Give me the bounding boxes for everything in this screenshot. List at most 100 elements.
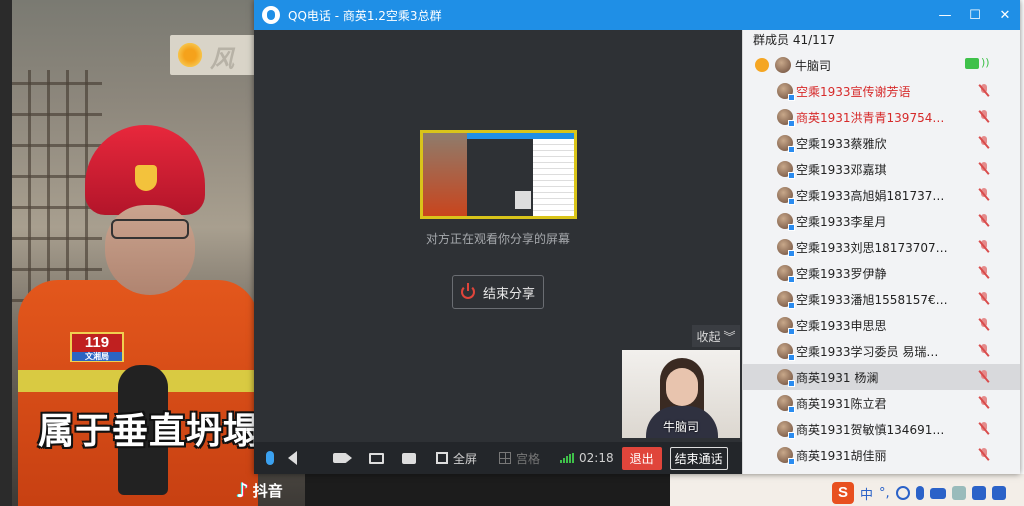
member-row[interactable]: 空乘1933学习委员 易瑞… (743, 338, 1020, 364)
emoji-icon[interactable] (895, 486, 910, 500)
shirt-icon[interactable] (971, 486, 986, 500)
toolbox-icon[interactable] (991, 486, 1006, 500)
skin-icon[interactable] (951, 486, 966, 500)
avatar (777, 395, 795, 413)
close-icon: ✕ (999, 7, 1011, 23)
ime-toolbar: S 中 °, (832, 482, 1006, 504)
shared-screen-preview (420, 130, 577, 219)
minimize-icon: — (938, 7, 952, 23)
qq-call-window: QQ电话 - 商英1.2空乘3总群 — ☐ ✕ 对方正在观看你分享的屏幕 结束分… (254, 0, 1020, 474)
video-subtitle: 属于垂直坍塌 (38, 411, 261, 452)
muted-mic-icon (978, 344, 990, 357)
member-name: 商英1931贺敏慎134691… (796, 422, 945, 437)
camera-button[interactable] (333, 442, 352, 474)
avatar (777, 161, 795, 179)
member-row[interactable]: 商英1931贺敏慎134691… (743, 416, 1020, 442)
member-name: 空乘1933邓嘉琪 (796, 162, 887, 177)
fullscreen-label: 全屏 (453, 451, 478, 466)
avatar (775, 57, 791, 73)
share-status-text: 对方正在观看你分享的屏幕 (425, 232, 570, 246)
muted-mic-icon (978, 110, 990, 123)
screen-share-icon (369, 452, 384, 464)
left-edge-strip (0, 0, 12, 506)
avatar (777, 369, 795, 387)
member-row[interactable]: 空乘1933罗伊静 (743, 260, 1020, 286)
member-row[interactable]: 空乘1933潘旭1558157€… (743, 286, 1020, 312)
ime-language[interactable]: 中 (860, 484, 873, 503)
member-row[interactable]: 商英1931胡佳丽 (743, 442, 1020, 468)
member-name: 空乘1933申思思 (796, 318, 887, 333)
projector-icon (402, 452, 416, 464)
end-share-button[interactable]: 结束分享 (452, 275, 544, 309)
avatar (777, 447, 795, 465)
fullscreen-icon (436, 452, 448, 464)
call-toolbar: 全屏 宫格 02:18 退出 结束通话 (254, 442, 742, 474)
grid-icon (499, 452, 512, 464)
end-call-button[interactable]: 结束通话 (669, 446, 728, 470)
sogou-logo-icon[interactable]: S (832, 482, 854, 504)
member-name: 商英1931 杨澜 (796, 370, 879, 385)
avatar (777, 421, 795, 439)
member-row[interactable]: 商英1931洪青青139754… (743, 104, 1020, 130)
member-row[interactable]: 空乘1933蔡雅欣 (743, 130, 1020, 156)
avatar (777, 239, 795, 257)
screen: 风 119 文湘局 属于垂直坍塌 ♪ 抖音 QQ电话 - 商英1.2空乘3总群 … (0, 0, 1024, 506)
muted-mic-icon (978, 422, 990, 435)
member-name: 空乘1933李星月 (796, 214, 887, 229)
maximize-icon: ☐ (969, 7, 981, 23)
avatar (777, 213, 795, 231)
grid-view-button[interactable]: 宫格 (499, 442, 540, 474)
speaker-button[interactable] (288, 442, 297, 474)
member-name: 空乘1933学习委员 易瑞… (796, 344, 939, 359)
member-name: 牛脑司 (795, 58, 832, 73)
muted-mic-icon (978, 136, 990, 149)
douyin-logo-icon: ♪ (236, 478, 249, 502)
member-row[interactable]: 空乘1933宣传谢芳语 (743, 78, 1020, 104)
douyin-watermark: ♪ 抖音 (236, 478, 283, 502)
camera-icon (333, 453, 352, 463)
member-row[interactable]: 空乘1933申思思 (743, 312, 1020, 338)
exit-button[interactable]: 退出 (621, 446, 662, 470)
call-timer: 02:18 (579, 451, 614, 465)
window-title: QQ电话 - 商英1.2空乘3总群 (288, 8, 442, 23)
fullscreen-button[interactable]: 全屏 (436, 442, 477, 474)
pip-name: 牛脑司 (662, 420, 699, 434)
muted-mic-icon (978, 370, 990, 383)
titlebar: QQ电话 - 商英1.2空乘3总群 — ☐ ✕ (254, 0, 1020, 30)
speaker-icon (288, 451, 297, 465)
collapse-label: 收起 (696, 329, 721, 344)
member-row[interactable]: 空乘1933李星月 (743, 208, 1020, 234)
close-button[interactable]: ✕ (990, 0, 1020, 30)
projector-button[interactable] (402, 442, 416, 474)
muted-mic-icon (978, 266, 990, 279)
signal-icon (560, 453, 575, 463)
ime-punctuation[interactable]: °, (879, 486, 890, 501)
keyboard-icon[interactable] (929, 487, 946, 499)
member-row[interactable]: 商英1931 杨澜 (743, 364, 1020, 390)
double-chevron-down-icon: ︾ (723, 329, 736, 344)
minimize-button[interactable]: — (930, 0, 960, 30)
patch-119: 119 文湘局 (70, 332, 124, 362)
screen-share-button[interactable] (369, 442, 384, 474)
maximize-button[interactable]: ☐ (960, 0, 990, 30)
member-self-row[interactable]: 牛脑司 )) (743, 52, 1020, 78)
share-area: 对方正在观看你分享的屏幕 结束分享 收起 ︾ 牛脑司 (254, 30, 742, 442)
voice-icon[interactable] (915, 486, 924, 500)
avatar (777, 343, 795, 361)
member-name: 空乘1933罗伊静 (796, 266, 887, 281)
avatar (777, 317, 795, 335)
member-row[interactable]: 空乘1933刘思18173707… (743, 234, 1020, 260)
mic-button[interactable] (266, 442, 274, 474)
member-row[interactable]: 商英1931陈立君 (743, 390, 1020, 416)
member-row[interactable]: 空乘1933邓嘉琪 (743, 156, 1020, 182)
member-name: 商英1931洪青青139754… (796, 110, 945, 125)
avatar (777, 135, 795, 153)
member-row[interactable]: 空乘1933高旭娟181737… (743, 182, 1020, 208)
avatar (777, 187, 795, 205)
self-video-pip[interactable]: 牛脑司 (622, 350, 740, 438)
muted-mic-icon (978, 240, 990, 253)
muted-mic-icon (978, 162, 990, 175)
member-name: 空乘1933蔡雅欣 (796, 136, 887, 151)
collapse-button[interactable]: 收起 ︾ (692, 325, 740, 347)
microphone-icon (266, 451, 274, 465)
